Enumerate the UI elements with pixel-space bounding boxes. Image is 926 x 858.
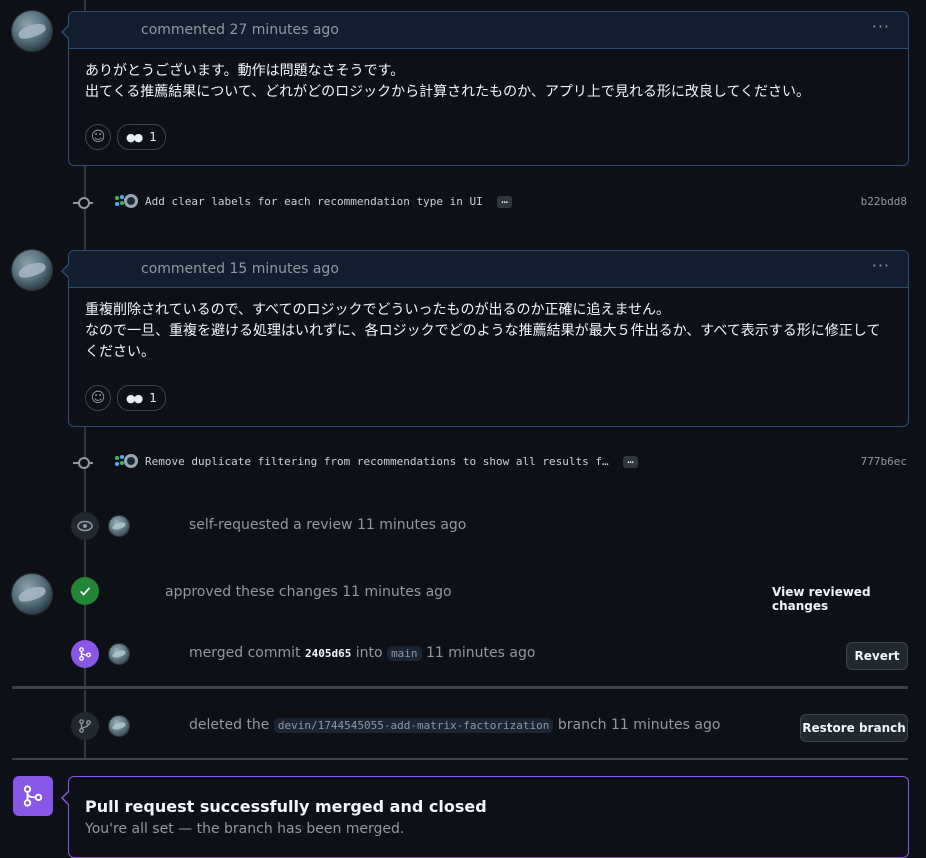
deleted-suffix: branch 11 minutes ago	[557, 717, 721, 733]
restore-branch-button[interactable]: Restore branch	[800, 714, 908, 742]
merged-status-title: Pull request successfully merged and clo…	[85, 797, 487, 816]
avatar[interactable]	[109, 516, 129, 536]
merge-icon	[13, 776, 53, 816]
comment-header: commented 15 minutes ago ···	[69, 251, 908, 288]
avatar[interactable]	[109, 644, 129, 664]
check-icon	[71, 577, 99, 605]
comment: commented 27 minutes ago ··· ありがとうございます。…	[61, 11, 909, 166]
comment-text-line: ありがとうございます。動作は問題なさそうです。	[85, 63, 405, 79]
approved-text: approved these changes 11 minutes ago	[165, 584, 452, 600]
comment-text-line: なので一旦、重複を避ける処理はいれずに、各ロジックでどのような推薦結果が最大５件…	[85, 323, 881, 339]
reactions: ☺ ●● 1	[85, 385, 166, 411]
comment-text-line: 重複削除されているので、すべてのロジックでどういったものが出るのか正確に追えませ…	[85, 302, 671, 318]
avatar[interactable]	[12, 250, 52, 290]
reaction-count: 1	[149, 391, 157, 405]
revert-button[interactable]: Revert	[846, 642, 908, 670]
commit-message-text[interactable]: Add clear labels for each recommendation…	[145, 195, 483, 208]
merged-text: merged commit 2405d65 into main 11 minut…	[189, 645, 535, 661]
commit-row: Add clear labels for each recommendation…	[0, 193, 926, 213]
commit-sha[interactable]: b22bdd8	[861, 195, 907, 208]
comment-text-line: 出てくる推薦結果について、どれがどのロジックから計算されたものか、アプリ上で見れ…	[85, 84, 811, 100]
merge-commit-sha[interactable]: 2405d65	[305, 647, 351, 660]
eyes-reaction-button[interactable]: ●● 1	[117, 385, 166, 411]
commit-message[interactable]: Add clear labels for each recommendation…	[145, 194, 513, 208]
deleted-branch-tag[interactable]: devin/1744545055-add-matrix-factorizatio…	[273, 718, 554, 733]
timeline-divider	[12, 758, 908, 760]
avatar[interactable]	[109, 716, 129, 736]
reaction-count: 1	[149, 130, 157, 144]
commit-sha[interactable]: 777b6ec	[861, 455, 907, 468]
commit-message[interactable]: Remove duplicate filtering from recommen…	[145, 454, 638, 468]
eye-icon	[71, 512, 99, 540]
review-requested-text: self-requested a review 11 minutes ago	[189, 517, 467, 533]
view-reviewed-changes-button[interactable]: View reviewed changes	[772, 585, 926, 613]
avatar[interactable]	[12, 574, 52, 614]
comment-text-line: ください。	[85, 344, 155, 360]
comment: commented 15 minutes ago ··· 重複削除されているので…	[61, 250, 909, 427]
expand-commit-button[interactable]: …	[497, 194, 513, 208]
add-reaction-smiley-icon[interactable]: ☺	[85, 124, 111, 150]
expand-commit-button[interactable]: …	[623, 454, 638, 468]
merged-prefix: merged commit	[189, 645, 301, 661]
avatar[interactable]	[12, 11, 52, 51]
commit-row: Remove duplicate filtering from recommen…	[0, 453, 926, 473]
merge-icon	[71, 640, 99, 668]
deleted-prefix: deleted the	[189, 717, 270, 733]
comment-timestamp[interactable]: commented 15 minutes ago	[141, 261, 339, 277]
comment-header: commented 27 minutes ago ···	[69, 12, 908, 49]
more-options-icon[interactable]: ···	[872, 17, 890, 36]
devin-bot-icon[interactable]	[112, 453, 138, 471]
deleted-branch-text: deleted the devin/1744545055-add-matrix-…	[189, 717, 720, 733]
more-options-icon[interactable]: ···	[872, 256, 890, 275]
commit-dot-icon	[73, 457, 93, 469]
branch-icon	[71, 712, 99, 740]
target-branch-tag[interactable]: main	[387, 646, 422, 661]
eyes-reaction-button[interactable]: ●● 1	[117, 124, 166, 150]
timeline-divider	[12, 686, 908, 689]
devin-bot-icon[interactable]	[112, 193, 138, 211]
comment-body: ありがとうございます。動作は問題なさそうです。 出てくる推薦結果について、どれが…	[69, 49, 908, 103]
reactions: ☺ ●● 1	[85, 124, 166, 150]
add-reaction-smiley-icon[interactable]: ☺	[85, 385, 111, 411]
eyes-emoji-icon: ●●	[126, 391, 143, 405]
merged-status-box: Pull request successfully merged and clo…	[61, 776, 909, 858]
commit-message-text[interactable]: Remove duplicate filtering from recommen…	[145, 455, 609, 468]
merged-time: 11 minutes ago	[426, 645, 536, 661]
merged-into: into	[355, 645, 383, 661]
commit-dot-icon	[73, 197, 93, 209]
eyes-emoji-icon: ●●	[126, 130, 143, 144]
comment-timestamp[interactable]: commented 27 minutes ago	[141, 22, 339, 38]
comment-body: 重複削除されているので、すべてのロジックでどういったものが出るのか正確に追えませ…	[69, 288, 908, 363]
